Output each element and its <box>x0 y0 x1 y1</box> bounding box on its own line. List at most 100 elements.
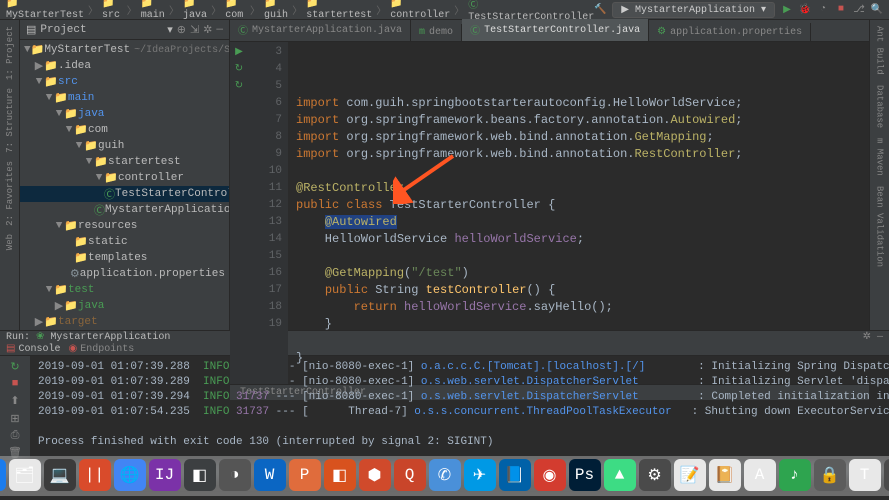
tree-node[interactable]: ▶📁.idea <box>20 58 229 74</box>
tree-node[interactable]: ▶📁java <box>20 298 229 314</box>
dock-app[interactable]: Ps <box>569 459 601 491</box>
editor-tab[interactable]: ⒸTestStarterController.java <box>462 19 649 41</box>
project-tree[interactable]: ▼📁MyStarterTest~/IdeaProjects/SpringB▶📁.… <box>20 40 229 330</box>
vcs-icon[interactable]: ⎇ <box>853 4 865 16</box>
tool-maven[interactable]: m Maven <box>875 136 885 178</box>
editor-area: ⒸMystarterApplication.javamdemoⒸTestStar… <box>230 20 869 330</box>
run-config-selector[interactable]: ▶ MystarterApplication ▾ <box>612 2 775 18</box>
breadcrumb-item[interactable]: 📁 MyStarterTest <box>6 0 84 21</box>
tree-node[interactable]: ▼📁guih <box>20 138 229 154</box>
left-tool-strip: 1: Project 7: Structure 2: Favorites Web <box>0 20 20 330</box>
breadcrumb-item[interactable]: 📁 main <box>141 0 165 21</box>
toolbar-right: 🔨 ▶ MystarterApplication ▾ ▶ 🐞 ◔ ■ ⎇ 🔍 <box>594 2 883 18</box>
dock-app[interactable]: 🌐 <box>114 459 146 491</box>
tree-node[interactable]: ▼📁main <box>20 90 229 106</box>
tab-console[interactable]: ▤Console <box>6 343 60 355</box>
editor-body: ▶↻↻ 345678910111213141516171819 import c… <box>230 42 869 384</box>
tree-node[interactable]: 📁templates <box>20 250 229 266</box>
dock-app[interactable]: 📝 <box>674 459 706 491</box>
dock-app[interactable]: || <box>79 459 111 491</box>
build-icon[interactable]: 🔨 <box>594 4 606 16</box>
tool-structure[interactable]: 7: Structure <box>5 86 15 155</box>
dock-app[interactable]: 💻 <box>44 459 76 491</box>
tree-node[interactable]: ▼📁MyStarterTest~/IdeaProjects/SpringB <box>20 42 229 58</box>
layout-icon[interactable]: ⊞ <box>10 412 19 426</box>
tree-node[interactable]: ▼📁java <box>20 106 229 122</box>
dock-app[interactable]: P <box>289 459 321 491</box>
print-icon[interactable]: ⎙ <box>11 430 20 442</box>
dock-app[interactable]: A <box>744 459 776 491</box>
tree-node[interactable]: ▼📁src <box>20 74 229 90</box>
dock-app[interactable]: ✆ <box>429 459 461 491</box>
dock-app[interactable]: W <box>254 459 286 491</box>
breadcrumb-item[interactable]: 📁 java <box>183 0 207 21</box>
macos-dock[interactable]: 😀🧭✉🗂💻||🌐IJ◧◑WP◧⬢Q✆✈📘◉Ps▲⚙📝📔A♪🔒T⊞↓🗑 <box>0 456 889 496</box>
dock-app[interactable]: ✉ <box>0 459 6 491</box>
dock-app[interactable]: ◧ <box>324 459 356 491</box>
dock-app[interactable]: ◉ <box>534 459 566 491</box>
panel-settings-icon[interactable]: ⊕ <box>177 23 186 37</box>
stop-icon[interactable]: ■ <box>835 4 847 16</box>
dock-app[interactable]: Q <box>394 459 426 491</box>
dock-app[interactable]: ✈ <box>464 459 496 491</box>
dock-app[interactable]: T <box>849 459 881 491</box>
editor-tab[interactable]: ⒸMystarterApplication.java <box>230 19 411 41</box>
breadcrumb-item[interactable]: 📁 guih <box>264 0 288 21</box>
spring-icon: ❀ <box>36 331 44 343</box>
editor-tab[interactable]: ⚙application.properties <box>649 23 811 41</box>
tool-web[interactable]: Web <box>5 232 15 252</box>
dock-app[interactable]: ⊞ <box>884 459 889 491</box>
tool-project[interactable]: 1: Project <box>5 24 15 82</box>
tree-node[interactable]: ⒸMystarterApplication <box>20 202 229 218</box>
top-toolbar: 📁 MyStarterTest〉📁 src〉📁 main〉📁 java〉📁 co… <box>0 0 889 20</box>
project-panel-header: ▤ Project ▾ ⊕ ⇲ ✲ — <box>20 20 229 40</box>
dock-app[interactable]: ▲ <box>604 459 636 491</box>
breadcrumb-item[interactable]: 📁 src <box>102 0 123 21</box>
panel-gear-icon[interactable]: ✲ <box>203 23 212 37</box>
gutter-icons: ▶↻↻ <box>230 42 248 384</box>
stop-run-icon[interactable]: ■ <box>12 378 19 390</box>
dock-app[interactable]: ◑ <box>219 459 251 491</box>
panel-dropdown-icon[interactable]: ▾ <box>167 23 173 37</box>
tree-node[interactable]: 📁static <box>20 234 229 250</box>
up-icon[interactable]: ⬆ <box>10 394 19 408</box>
tree-node[interactable]: ▼📁com <box>20 122 229 138</box>
tree-node[interactable]: ⚙application.properties <box>20 266 229 282</box>
breadcrumb-item[interactable]: 📁 startertest <box>306 0 372 21</box>
rerun-icon[interactable]: ↻ <box>10 360 19 374</box>
run-label: Run: <box>6 332 30 343</box>
tree-node[interactable]: ▶📁target <box>20 314 229 330</box>
right-tool-strip: Ant Build Database m Maven Bean Validati… <box>869 20 889 330</box>
panel-collapse-icon[interactable]: ⇲ <box>190 23 199 37</box>
dock-app[interactable]: 📘 <box>499 459 531 491</box>
dock-app[interactable]: ♪ <box>779 459 811 491</box>
tool-database[interactable]: Database <box>875 83 885 130</box>
dock-app[interactable]: IJ <box>149 459 181 491</box>
editor-tab[interactable]: mdemo <box>411 24 462 41</box>
run-hide-icon[interactable]: — <box>877 332 883 343</box>
tab-endpoints[interactable]: ◉Endpoints <box>68 343 134 355</box>
search-icon[interactable]: 🔍 <box>871 4 883 16</box>
tree-node[interactable]: ▼📁resources <box>20 218 229 234</box>
line-numbers: 345678910111213141516171819 <box>248 42 288 384</box>
dock-app[interactable]: ⬢ <box>359 459 391 491</box>
dock-app[interactable]: ◧ <box>184 459 216 491</box>
tool-bean-validation[interactable]: Bean Validation <box>875 184 885 269</box>
tree-node[interactable]: ⒸTestStarterController <box>20 186 229 202</box>
panel-hide-icon[interactable]: — <box>216 24 223 36</box>
breadcrumb-item[interactable]: 📁 controller <box>390 0 450 21</box>
tree-node[interactable]: ▼📁test <box>20 282 229 298</box>
debug-icon[interactable]: 🐞 <box>799 4 811 16</box>
dock-app[interactable]: ⚙ <box>639 459 671 491</box>
dock-app[interactable]: 🗂 <box>9 459 41 491</box>
run-icon[interactable]: ▶ <box>781 4 793 16</box>
code-editor[interactable]: import com.guih.springbootstarterautocon… <box>288 42 869 384</box>
tree-node[interactable]: ▼📁startertest <box>20 154 229 170</box>
breadcrumb-item[interactable]: 📁 com <box>225 0 246 21</box>
tool-favorites[interactable]: 2: Favorites <box>5 159 15 228</box>
dock-app[interactable]: 📔 <box>709 459 741 491</box>
tree-node[interactable]: ▼📁controller <box>20 170 229 186</box>
coverage-icon[interactable]: ◔ <box>817 4 829 16</box>
tool-ant[interactable]: Ant Build <box>875 24 885 77</box>
dock-app[interactable]: 🔒 <box>814 459 846 491</box>
